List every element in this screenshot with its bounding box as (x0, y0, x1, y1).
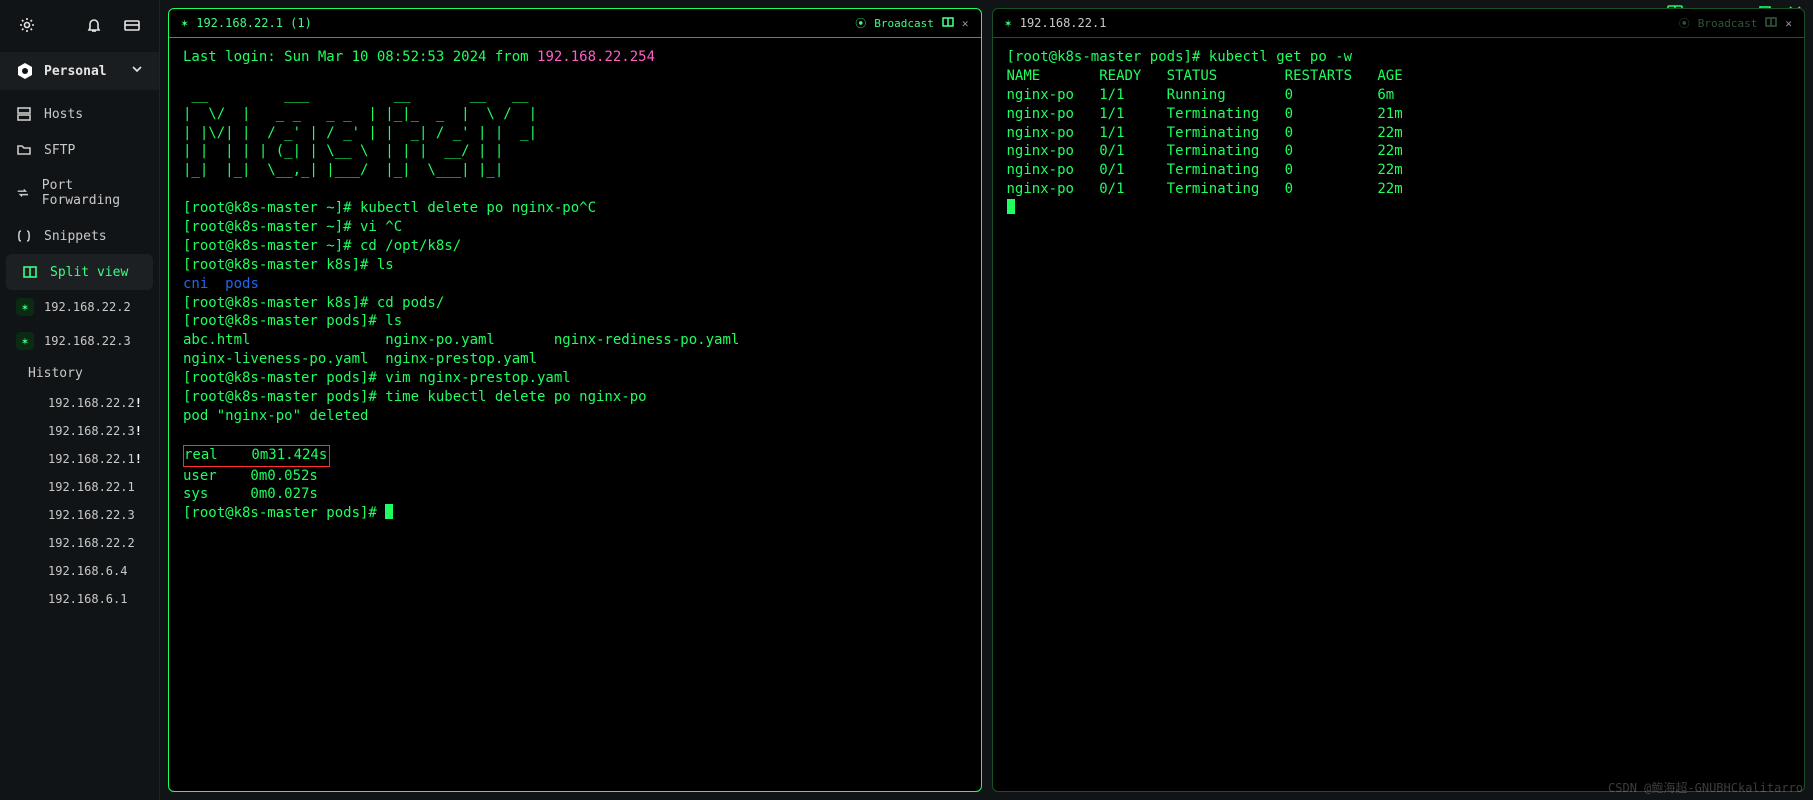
cursor-icon (385, 504, 393, 519)
split-pane-icon[interactable] (942, 16, 954, 31)
broadcast-icon: ⦿ (1679, 15, 1690, 31)
close-icon[interactable]: ✕ (1785, 17, 1792, 30)
host-status-icon: ✶ (16, 332, 34, 350)
history-item[interactable]: 192.168.22.1! (0, 445, 159, 473)
sidebar-item-portforwarding[interactable]: Port Forwarding (0, 168, 159, 218)
history-label: History (28, 366, 83, 381)
history-item[interactable]: 192.168.22.2 (0, 529, 159, 557)
history-list: 192.168.22.2! 192.168.22.3! 192.168.22.1… (0, 389, 159, 613)
terminal-pane-left[interactable]: ✶ 192.168.22.1 (1) ⦿ Broadcast ✕ Last lo… (168, 8, 982, 792)
sidebar-item-history[interactable]: History (0, 358, 159, 389)
nav-label: Port Forwarding (42, 178, 143, 208)
history-item[interactable]: 192.168.22.3! (0, 417, 159, 445)
nav-label: Snippets (44, 229, 107, 244)
history-item[interactable]: 192.168.6.1 (0, 585, 159, 613)
broadcast-label[interactable]: Broadcast (874, 17, 934, 30)
gear-icon[interactable] (18, 16, 36, 34)
history-item[interactable]: 192.168.22.1 (0, 473, 159, 501)
sidebar: Personal Hosts SFTP Port Forwarding Snip… (0, 0, 160, 800)
nav-label: Hosts (44, 107, 83, 122)
chevron-down-icon (131, 63, 143, 79)
highlighted-time-real: real 0m31.424s (183, 445, 330, 467)
bell-icon[interactable] (85, 16, 103, 34)
host-status-icon: ✶ (181, 16, 188, 30)
workspace-selector[interactable]: Personal (0, 52, 159, 90)
host-ip: 192.168.22.2 (44, 300, 131, 314)
split-pane-icon[interactable] (1765, 16, 1777, 31)
history-item[interactable]: 192.168.6.4 (0, 557, 159, 585)
host-status-icon: ✶ (16, 298, 34, 316)
terminal-output[interactable]: [root@k8s-master pods]# kubectl get po -… (993, 38, 1805, 791)
braces-icon (16, 228, 32, 244)
history-item[interactable]: 192.168.22.3 (0, 501, 159, 529)
server-icon (16, 106, 32, 122)
folder-icon (16, 142, 32, 158)
arrows-icon (16, 185, 30, 201)
pane-title: 192.168.22.1 (1020, 16, 1107, 30)
warn-icon: ! (135, 452, 142, 466)
watermark: CSDN @鲍海超-GNUBHCkalitarro (1608, 779, 1803, 796)
split-panes: ✶ 192.168.22.1 (1) ⦿ Broadcast ✕ Last lo… (160, 0, 1813, 800)
host-status-icon: ✶ (1005, 16, 1012, 30)
history-item[interactable]: 192.168.22.2! (0, 389, 159, 417)
sidebar-item-hosts[interactable]: Hosts (0, 96, 159, 132)
warn-icon: ! (135, 424, 142, 438)
split-icon (22, 264, 38, 280)
terminal-output[interactable]: Last login: Sun Mar 10 08:52:53 2024 fro… (169, 38, 981, 791)
broadcast-label[interactable]: Broadcast (1698, 17, 1758, 30)
broadcast-icon: ⦿ (855, 15, 866, 31)
terminal-pane-right[interactable]: ✶ 192.168.22.1 ⦿ Broadcast ✕ [root@k8s-m… (992, 8, 1806, 792)
pane-title: 192.168.22.1 (1) (196, 16, 312, 30)
sidebar-item-snippets[interactable]: Snippets (0, 218, 159, 254)
warn-icon: ! (135, 396, 142, 410)
sidebar-item-splitview[interactable]: Split view (6, 254, 153, 290)
host-ip: 192.168.22.3 (44, 334, 131, 348)
workspace-label: Personal (44, 64, 107, 79)
sidebar-item-sftp[interactable]: SFTP (0, 132, 159, 168)
cursor-icon (1007, 199, 1015, 214)
host-entry[interactable]: ✶ 192.168.22.2 (0, 290, 159, 324)
nav-label: Split view (50, 265, 128, 280)
host-entry[interactable]: ✶ 192.168.22.3 (0, 324, 159, 358)
inbox-icon[interactable] (123, 16, 141, 34)
close-icon[interactable]: ✕ (962, 17, 969, 30)
hex-icon (16, 62, 34, 80)
nav-label: SFTP (44, 143, 75, 158)
